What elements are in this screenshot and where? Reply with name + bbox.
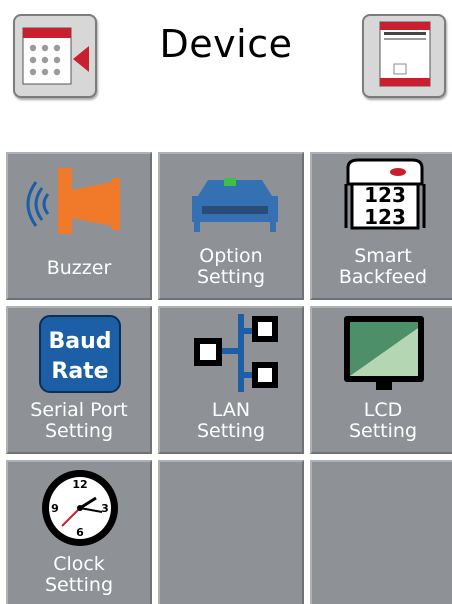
printer-option-icon (192, 178, 278, 232)
tile-clock-setting[interactable]: 12 3 6 9 Clock Setting (6, 460, 152, 604)
tile-serial-port-setting[interactable]: Baud Rate Serial Port Setting (6, 306, 152, 454)
tile-option-setting[interactable]: Option Setting (158, 152, 304, 300)
svg-text:3: 3 (101, 502, 109, 515)
tile-label: Serial Port Setting (30, 399, 128, 442)
icon-text-baud: Baud (48, 329, 111, 354)
clock-icon: 12 3 6 9 (42, 470, 118, 546)
tile-label: LCD Setting (348, 399, 418, 442)
icon-text-rate: Rate (51, 359, 108, 384)
settings-grid: Buzzer Option Setting 123 123 Smart Back… (6, 152, 452, 604)
page-title: Device (159, 22, 293, 66)
tile-label: Clock Setting (44, 553, 114, 596)
back-button[interactable] (13, 14, 97, 98)
svg-text:123: 123 (364, 205, 406, 229)
device-back-icon (22, 27, 89, 85)
baud-rate-icon: Baud Rate (39, 315, 121, 393)
network-icon (194, 314, 278, 392)
tile-empty (158, 460, 304, 604)
tile-label: Option Setting (196, 245, 266, 288)
tile-smart-backfeed[interactable]: 123 123 Smart Backfeed (310, 152, 452, 300)
tile-empty (310, 460, 452, 604)
tile-label: Smart Backfeed (338, 245, 428, 288)
tile-lan-setting[interactable]: LAN Setting (158, 306, 304, 454)
printer-home-icon (379, 21, 431, 87)
tile-label: LAN Setting (196, 399, 266, 442)
label-backfeed-icon: 123 123 (344, 158, 426, 230)
tile-buzzer[interactable]: Buzzer (6, 152, 152, 300)
tile-label: Buzzer (46, 257, 112, 279)
tile-lcd-setting[interactable]: LCD Setting (310, 306, 452, 454)
home-button[interactable] (362, 14, 446, 98)
svg-text:123: 123 (364, 183, 406, 207)
svg-text:6: 6 (76, 526, 84, 539)
header: Device (0, 0, 452, 100)
speaker-icon (26, 168, 120, 234)
svg-text:9: 9 (51, 502, 59, 515)
monitor-icon (344, 316, 424, 390)
svg-text:12: 12 (72, 478, 87, 491)
